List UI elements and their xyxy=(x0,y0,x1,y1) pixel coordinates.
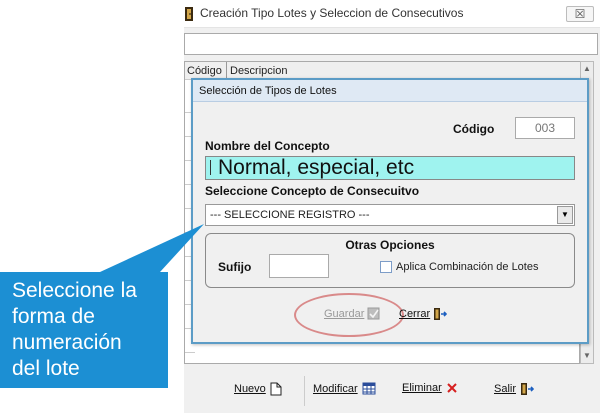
grid-row-line xyxy=(185,352,195,353)
exit-door-icon xyxy=(521,383,535,395)
otras-opciones-title: Otras Opciones xyxy=(345,238,435,252)
modificar-label: Modificar xyxy=(313,382,358,395)
codigo-field[interactable]: 003 xyxy=(515,117,575,139)
dialog-title: Selección de Tipos de Lotes xyxy=(193,80,587,102)
new-document-icon xyxy=(270,382,282,396)
nuevo-button[interactable]: Nuevo xyxy=(234,382,282,396)
seleccione-concepto-label: Seleccione Concepto de Consecuitvo xyxy=(205,184,420,198)
screen: Creación Tipo Lotes y Seleccion de Conse… xyxy=(0,0,600,413)
checkbox-label: Aplica Combinación de Lotes xyxy=(396,261,539,273)
filter-input[interactable] xyxy=(184,33,598,55)
save-icon xyxy=(367,307,380,320)
codigo-label: Código xyxy=(453,122,495,136)
nuevo-label: Nuevo xyxy=(234,383,266,395)
concepto-select[interactable]: --- SELECCIONE REGISTRO --- ▼ xyxy=(205,204,575,226)
guardar-button[interactable]: Guardar xyxy=(324,307,380,320)
nombre-concepto-input[interactable]: Normal, especial, etc xyxy=(205,156,575,180)
otras-opciones-group: Otras Opciones Sufijo Aplica Combinación… xyxy=(205,233,575,288)
chevron-down-icon[interactable]: ▼ xyxy=(557,206,573,224)
callout-text: Seleccione la forma de numeración del lo… xyxy=(12,279,137,380)
toolbar-separator xyxy=(304,376,305,406)
column-header-codigo[interactable]: Código xyxy=(187,65,222,77)
nombre-label: Nombre del Concepto xyxy=(205,139,330,153)
exit-door-icon xyxy=(434,308,448,320)
edit-table-icon xyxy=(362,382,376,395)
eliminar-button[interactable]: Eliminar xyxy=(402,382,458,394)
aplica-combinacion-checkbox[interactable]: Aplica Combinación de Lotes xyxy=(380,261,538,273)
eliminar-label: Eliminar xyxy=(402,382,442,394)
column-header-descripcion[interactable]: Descripcion xyxy=(230,65,287,77)
guardar-label: Guardar xyxy=(324,307,365,320)
door-icon xyxy=(185,7,193,21)
delete-x-icon xyxy=(447,383,457,393)
select-value: --- SELECCIONE REGISTRO --- xyxy=(210,209,370,221)
callout-note: Seleccione la forma de numeración del lo… xyxy=(0,272,168,388)
salir-button[interactable]: Salir xyxy=(494,382,535,396)
scroll-down-icon[interactable]: ▼ xyxy=(581,349,593,363)
salir-label: Salir xyxy=(494,383,517,395)
sufijo-label: Sufijo xyxy=(218,260,252,274)
scroll-up-icon[interactable]: ▲ xyxy=(581,62,593,76)
cerrar-label: Cerrar xyxy=(399,308,431,320)
tipos-lotes-dialog: Selección de Tipos de Lotes Código 003 N… xyxy=(191,78,589,344)
sufijo-input[interactable] xyxy=(269,254,329,278)
modificar-button[interactable]: Modificar xyxy=(313,382,377,395)
text-cursor xyxy=(210,160,211,175)
window-title: Creación Tipo Lotes y Seleccion de Conse… xyxy=(200,6,464,20)
checkbox-box[interactable] xyxy=(380,261,392,273)
title-bar: Creación Tipo Lotes y Seleccion de Conse… xyxy=(184,0,600,28)
nombre-value: Normal, especial, etc xyxy=(218,156,415,179)
close-button[interactable]: ☒ xyxy=(566,6,594,22)
cerrar-button[interactable]: Cerrar xyxy=(399,307,448,321)
